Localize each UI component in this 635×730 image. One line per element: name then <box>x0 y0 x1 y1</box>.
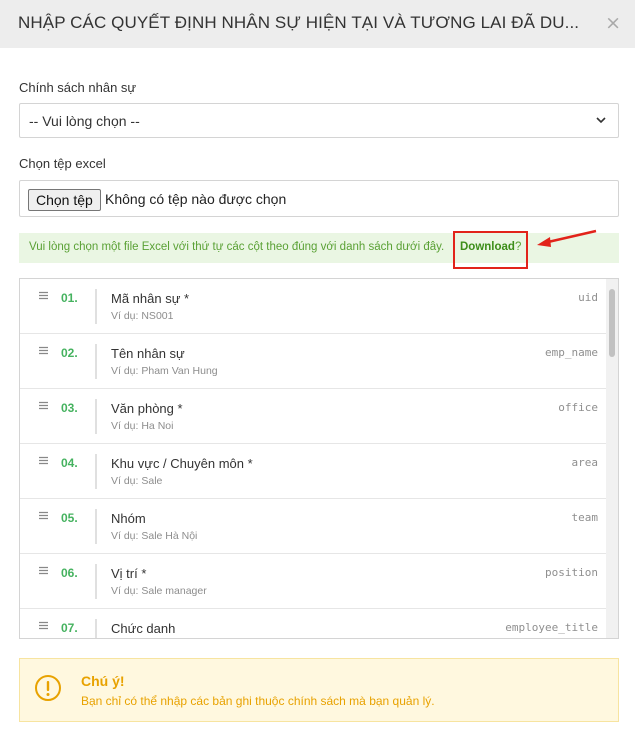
warning-box: Chú ý! Bạn chỉ có thể nhập các bản ghi t… <box>19 658 619 722</box>
column-number: 02. <box>61 346 78 360</box>
drag-handle-icon[interactable] <box>39 511 48 520</box>
list-item[interactable]: 01. Mã nhân sự * Ví dụ: NS001 uid <box>20 279 608 334</box>
column-code: position <box>545 566 598 579</box>
policy-label: Chính sách nhân sự <box>19 80 137 95</box>
column-list: 01. Mã nhân sự * Ví dụ: NS001 uid 02. Tê… <box>19 278 619 639</box>
drag-handle-icon[interactable] <box>39 401 48 410</box>
column-example: Ví dụ: Sale <box>111 475 163 487</box>
drag-handle-icon[interactable] <box>39 291 48 300</box>
column-code: employee_title <box>505 621 598 634</box>
column-example: Ví dụ: NS001 <box>111 310 174 322</box>
list-item[interactable]: 05. Nhóm Ví dụ: Sale Hà Nội team <box>20 499 608 554</box>
column-number: 05. <box>61 511 78 525</box>
warning-message: Bạn chỉ có thể nhập các bản ghi thuộc ch… <box>81 694 435 708</box>
drag-handle-icon[interactable] <box>39 566 48 575</box>
column-example: Ví dụ: Sale Hà Nội <box>111 530 198 542</box>
column-code: team <box>571 511 599 524</box>
list-item[interactable]: 07. Chức danh employee_title <box>20 609 608 638</box>
divider <box>95 399 97 434</box>
drag-handle-icon[interactable] <box>39 346 48 355</box>
column-number: 03. <box>61 401 78 415</box>
column-name: Chức danh <box>111 621 176 636</box>
list-scrollbar[interactable] <box>606 279 618 638</box>
list-item[interactable]: 06. Vị trí * Ví dụ: Sale manager positio… <box>20 554 608 609</box>
divider <box>95 344 97 379</box>
column-code: emp_name <box>545 346 598 359</box>
column-name: Tên nhân sự <box>111 346 185 361</box>
column-number: 07. <box>61 621 78 635</box>
modal-title: NHẬP CÁC QUYẾT ĐỊNH NHÂN SỰ HIỆN TẠI VÀ … <box>18 13 580 32</box>
scrollbar-thumb[interactable] <box>609 289 615 357</box>
chevron-down-icon <box>596 117 606 124</box>
column-code: office <box>558 401 598 414</box>
policy-select[interactable]: -- Vui lòng chọn -- <box>19 103 619 138</box>
list-item[interactable]: 02. Tên nhân sự Ví dụ: Pham Van Hung emp… <box>20 334 608 389</box>
column-example: Ví dụ: Ha Noi <box>111 420 174 432</box>
file-input: Chọn tệp Không có tệp nào được chọn <box>19 180 619 217</box>
column-example: Ví dụ: Sale manager <box>111 585 207 597</box>
exclamation-circle-icon <box>35 675 61 701</box>
file-status: Không có tệp nào được chọn <box>105 191 287 207</box>
column-number: 06. <box>61 566 78 580</box>
modal-header: NHẬP CÁC QUYẾT ĐỊNH NHÂN SỰ HIỆN TẠI VÀ … <box>0 0 635 48</box>
divider <box>95 454 97 489</box>
column-example: Ví dụ: Pham Van Hung <box>111 365 218 377</box>
list-item[interactable]: 03. Văn phòng * Ví dụ: Ha Noi office <box>20 389 608 444</box>
highlight-box <box>453 231 528 269</box>
warning-title: Chú ý! <box>81 673 125 689</box>
choose-file-button[interactable]: Chọn tệp <box>28 189 101 211</box>
arrow-icon <box>537 229 597 247</box>
divider <box>95 564 97 599</box>
column-name: Mã nhân sự * <box>111 291 190 306</box>
column-name: Khu vực / Chuyên môn * <box>111 456 253 471</box>
divider <box>95 619 97 638</box>
drag-handle-icon[interactable] <box>39 456 48 465</box>
divider <box>95 509 97 544</box>
info-notice: Vui lòng chọn một file Excel với thứ tự … <box>19 233 619 263</box>
policy-select-value: -- Vui lòng chọn -- <box>29 113 140 129</box>
divider <box>95 289 97 324</box>
file-label: Chọn tệp excel <box>19 156 106 171</box>
close-icon[interactable]: × <box>605 12 621 34</box>
column-name: Nhóm <box>111 511 146 526</box>
column-name: Vị trí * <box>111 566 147 581</box>
drag-handle-icon[interactable] <box>39 621 48 630</box>
column-number: 01. <box>61 291 78 305</box>
column-number: 04. <box>61 456 78 470</box>
column-code: uid <box>578 291 598 304</box>
column-code: area <box>571 456 599 469</box>
column-name: Văn phòng * <box>111 401 183 416</box>
list-item[interactable]: 04. Khu vực / Chuyên môn * Ví dụ: Sale a… <box>20 444 608 499</box>
notice-message: Vui lòng chọn một file Excel với thứ tự … <box>29 241 445 253</box>
